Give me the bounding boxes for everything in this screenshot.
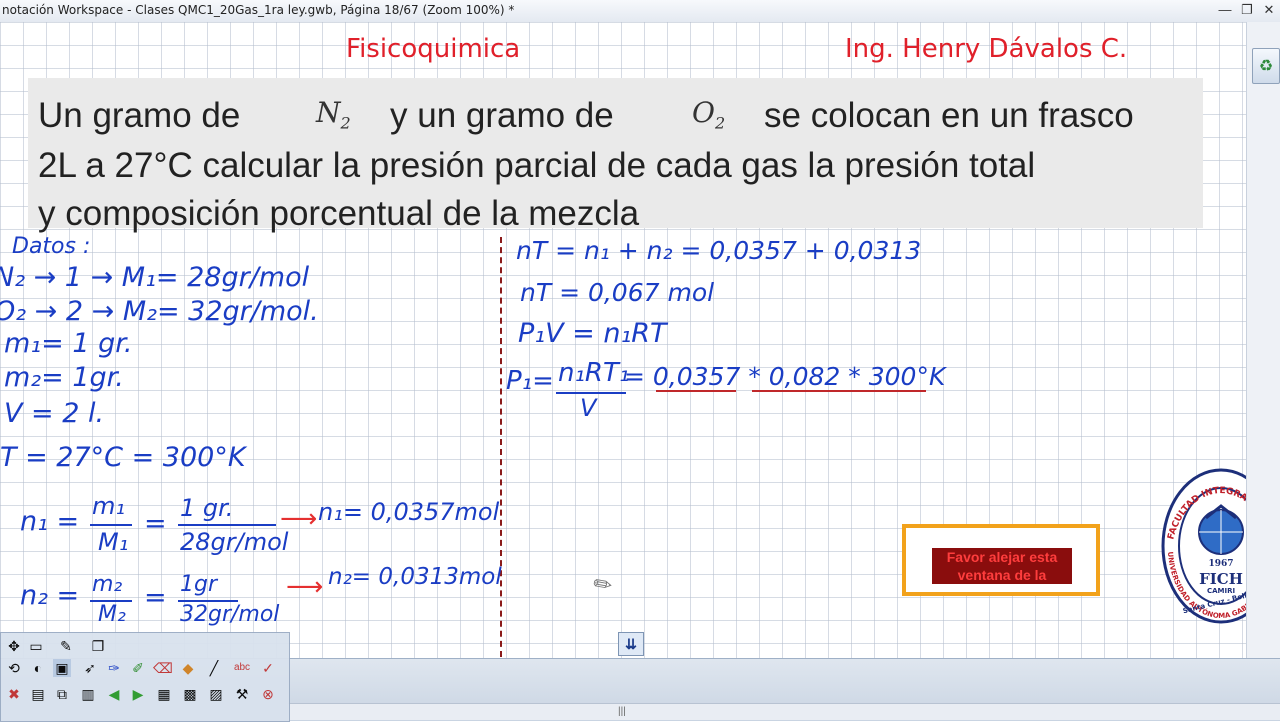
palette-copy-icon[interactable]: ⧉: [53, 685, 71, 703]
n1-lhs: n₁ =: [20, 506, 80, 537]
palette-line-icon[interactable]: ╱: [205, 659, 223, 677]
palette-undo-icon[interactable]: ⟲: [5, 659, 23, 677]
palette-page-icon[interactable]: ▤: [29, 685, 47, 703]
subject-title: Fisicoquimica: [346, 34, 521, 64]
n2-result: n₂= 0,0313mol: [328, 564, 502, 590]
palette-cancel-icon[interactable]: ⊗: [259, 685, 277, 703]
ideal-gas-law: P₁V = n₁RT: [518, 318, 667, 349]
page-recycle-button[interactable]: ♻: [1252, 48, 1280, 84]
problem-statement: Un gramo de N2 y un gramo de O2 se coloc…: [28, 78, 1203, 233]
palette-pen-icon[interactable]: ✑: [105, 659, 123, 677]
data-line-m1: m₁= 1 gr.: [4, 328, 133, 359]
n1-equals: =: [144, 508, 167, 539]
window-titlebar: notación Workspace - Clases QMC1_20Gas_1…: [0, 0, 1280, 23]
minimize-button[interactable]: —: [1214, 2, 1236, 18]
scroll-grip-icon[interactable]: |||: [618, 706, 626, 717]
palette-shapes-icon[interactable]: ◆: [179, 659, 197, 677]
n2-equals: =: [144, 582, 167, 613]
palette-forward-icon[interactable]: ▶: [129, 685, 147, 703]
palette-save-icon[interactable]: ▨: [207, 685, 225, 703]
data-line-temperature: T = 27°C = 300°K: [0, 442, 246, 473]
n1-den-value: 28gr/mol: [180, 528, 289, 556]
notice-box: Favor alejar esta ventana de la: [902, 524, 1100, 596]
notice-text: Favor alejar esta ventana de la: [932, 548, 1072, 584]
maximize-button[interactable]: ❐: [1236, 2, 1258, 18]
palette-select-icon[interactable]: ▣: [53, 659, 71, 677]
palette-tools-icon[interactable]: ⚒: [233, 685, 251, 703]
palette-eraser-icon[interactable]: ⌫: [153, 659, 173, 677]
pen-cursor-icon: ✎: [588, 569, 618, 601]
palette-paste-icon[interactable]: ▥: [79, 685, 97, 703]
palette-spell-icon[interactable]: ✓: [259, 659, 277, 677]
total-moles-sum: nT = n₁ + n₂ = 0,0357 + 0,0313: [516, 236, 922, 265]
p1-fraction-num: n₁RT₁: [558, 358, 630, 388]
sidebar-handle-icon[interactable]: ⋮: [1275, 322, 1280, 336]
n2-lhs: n₂ =: [20, 580, 80, 611]
expand-toolbar-icon[interactable]: ⇊: [618, 632, 644, 656]
palette-mouse-icon[interactable]: ◐: [29, 659, 47, 677]
problem-line2: 2L a 27°C calcular la presión parcial de…: [38, 146, 1036, 185]
n1-result: n₁= 0,0357mol: [318, 498, 500, 526]
palette-minimize-icon[interactable]: ▭: [27, 637, 45, 655]
data-line-volume: V = 2 l.: [4, 398, 105, 429]
recycle-icon: ♻: [1258, 58, 1274, 75]
data-line-n2: N₂ → 1 → M₁= 28gr/mol: [0, 262, 310, 293]
problem-line1-part-c: se colocan en un frasco: [764, 96, 1134, 135]
total-moles-result: nT = 0,067 mol: [520, 278, 715, 307]
n1-fraction-den: M₁: [98, 528, 129, 556]
n1-fraction-num: m₁: [92, 492, 125, 520]
n2-fraction-den: M₂: [98, 602, 126, 627]
page-divider: [500, 237, 502, 657]
n1-value-bar: [178, 524, 276, 526]
palette-window-icon[interactable]: ❐: [89, 637, 107, 655]
whiteboard-canvas[interactable]: Fisicoquimica Ing. Henry Dávalos C. Un g…: [0, 22, 1246, 658]
logo-city: CAMIRI: [1207, 587, 1235, 595]
formula-o2: O2: [692, 96, 726, 133]
p1-substitution: = 0,0357 * 0,082 * 300°K: [624, 362, 946, 391]
problem-line1-part-a: Un gramo de: [38, 96, 241, 135]
logo-acronym: FICH: [1199, 570, 1243, 588]
p1-fraction-den: V: [580, 394, 597, 422]
author-name: Ing. Henry Dávalos C.: [845, 34, 1128, 64]
right-sidebar: ♻ ⋮: [1246, 22, 1280, 658]
n1-num-value: 1 gr.: [180, 494, 234, 522]
logo-year: 1967: [1208, 559, 1233, 569]
n2-num-value: 1gr: [180, 572, 218, 597]
p1-lhs: P₁=: [506, 366, 554, 396]
palette-image-icon[interactable]: ▩: [181, 685, 199, 703]
palette-pointer-icon[interactable]: ➶: [81, 659, 99, 677]
palette-close-icon[interactable]: ✖: [5, 685, 23, 703]
n1-result-arrow: ⟶: [280, 504, 318, 534]
datos-label: Datos :: [12, 234, 91, 259]
palette-text-icon[interactable]: abc: [233, 659, 251, 677]
close-button[interactable]: ✕: [1258, 2, 1280, 18]
problem-line3: y composición porcentual de la mezcla: [38, 194, 640, 233]
problem-line1-part-b: y un gramo de: [390, 96, 614, 135]
n2-den-value: 32gr/mol: [180, 602, 280, 627]
palette-move-icon[interactable]: ✥: [5, 637, 23, 655]
tool-palette[interactable]: ✥ ▭ ✎ ❐ ⟲ ◐ ▣ ➶ ✑ ✐ ⌫ ◆ ╱ abc ✓ ✖ ▤ ⧉ ▥ …: [0, 632, 290, 722]
palette-back-icon[interactable]: ◀: [105, 685, 123, 703]
formula-n2: N2: [316, 96, 351, 133]
palette-table-icon[interactable]: ▦: [155, 685, 173, 703]
data-line-o2: O₂ → 2 → M₂= 32gr/mol.: [0, 296, 319, 327]
p1-underline-2: [752, 390, 926, 392]
p1-underline-1: [656, 390, 736, 392]
n1-fraction-bar: [90, 524, 132, 526]
palette-highlighter-icon[interactable]: ✐: [129, 659, 147, 677]
horizontal-scrollbar[interactable]: |||: [288, 703, 1280, 720]
n2-fraction-num: m₂: [92, 572, 123, 597]
data-line-m2: m₂= 1gr.: [4, 362, 124, 393]
window-title: notación Workspace - Clases QMC1_20Gas_1…: [2, 3, 515, 17]
n2-result-arrow: ⟶: [286, 572, 324, 602]
palette-note-icon[interactable]: ✎: [57, 637, 75, 655]
